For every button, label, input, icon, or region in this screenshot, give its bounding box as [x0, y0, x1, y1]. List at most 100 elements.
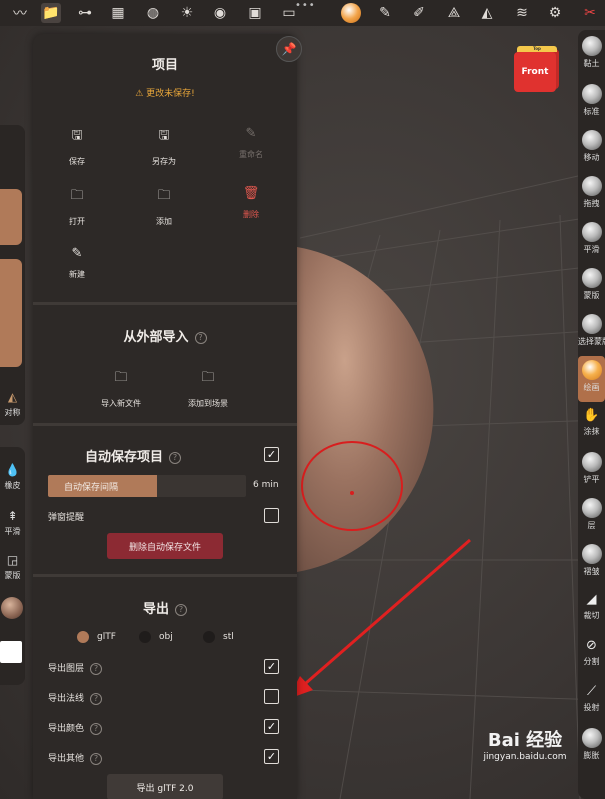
slider-fill: 自动保存间隔	[48, 475, 157, 497]
settings-icon[interactable]: ⚙	[545, 3, 565, 23]
stroke-icon[interactable]: ✐	[409, 3, 429, 23]
delete-autosave-button[interactable]: 删除自动保存文件	[107, 533, 223, 559]
export-option-label: 导出其他?	[48, 751, 103, 765]
clay-icon	[581, 36, 602, 56]
tool-standard[interactable]: 标准	[578, 80, 605, 126]
image-icon[interactable]: ▣	[245, 3, 265, 23]
tool-select-mask[interactable]: 选择蒙版	[578, 310, 605, 356]
help-icon[interactable]: ?	[169, 451, 181, 464]
crease-icon	[581, 544, 602, 564]
inflate-icon	[581, 728, 602, 748]
divider	[33, 302, 297, 305]
help-icon[interactable]: ?	[90, 692, 103, 705]
layer-icon	[581, 498, 602, 518]
color-white-swatch[interactable]	[0, 641, 22, 663]
folder-add-icon: 🗀	[201, 370, 215, 385]
export-other-checkbox[interactable]: ✓	[264, 749, 279, 764]
delete-button[interactable]: 🗑 删除	[221, 186, 281, 220]
help-icon[interactable]: ?	[90, 752, 103, 765]
tool-smooth[interactable]: 平滑	[578, 218, 605, 264]
layers-icon[interactable]: ≋	[512, 3, 532, 23]
format-radio-stl[interactable]: stl	[203, 631, 234, 643]
tool-smudge[interactable]: ✋ 涂抹	[578, 402, 605, 448]
tool-clay[interactable]: 黏土	[578, 32, 605, 78]
tools-icon[interactable]: ✂	[580, 3, 600, 23]
help-icon[interactable]: ?	[175, 603, 187, 616]
autosave-interval-slider[interactable]: 自动保存间隔	[48, 475, 246, 497]
tree-icon[interactable]: ⊶	[75, 3, 95, 23]
export-option-label: 导出图层?	[48, 661, 103, 675]
popup-label: 弹窗提醒	[48, 513, 85, 523]
trash-icon: 🗑	[242, 186, 260, 201]
format-radio-obj[interactable]: obj	[139, 631, 173, 643]
left-color-bar: ◭ 对称	[0, 125, 25, 425]
interval-value: 6 min	[253, 480, 279, 490]
import-new-button[interactable]: 🗀 导入新文件	[91, 368, 151, 409]
open-button[interactable]: 🗀 打开	[47, 186, 107, 227]
left-tool-bar: 💧 橡皮 ⇞ 平滑 ◲ 蒙版	[0, 447, 25, 685]
material-ball[interactable]	[1, 597, 23, 619]
import-title: 从外部导入?	[33, 326, 297, 345]
pen-icon[interactable]: ✎	[375, 3, 395, 23]
export-layers-checkbox[interactable]: ✓	[264, 659, 279, 674]
popup-checkbox[interactable]	[264, 508, 279, 523]
mask-icon: ◲	[6, 553, 19, 567]
radio-dot	[139, 631, 151, 643]
drag-icon	[581, 176, 602, 196]
grid-icon[interactable]: ▦	[108, 3, 128, 23]
tool-crease[interactable]: 褶皱	[578, 540, 605, 586]
tool-split[interactable]: ⊘ 分割	[578, 632, 605, 678]
add-button[interactable]: 🗀 添加	[134, 186, 194, 227]
save-as-icon: 🖫	[158, 128, 170, 143]
symmetry-button[interactable]: ◭ 对称	[0, 390, 25, 418]
color-swatch-primary[interactable]	[0, 189, 22, 245]
brush-preview-icon[interactable]	[341, 3, 361, 23]
save-as-button[interactable]: 🖫 另存为	[134, 126, 194, 167]
save-button[interactable]: 🖫 保存	[47, 126, 107, 167]
right-tool-bar: 黏土 标准 移动 拖拽 平滑 蒙版 选择蒙版 绘画 ✋涂抹 铲平 层 褶皱 ◢裁…	[578, 30, 605, 799]
tool-project[interactable]: ⟋ 投射	[578, 678, 605, 724]
rename-button[interactable]: ✎ 重命名	[221, 126, 281, 160]
smooth-icon: ⇞	[7, 509, 18, 523]
export-colors-checkbox[interactable]: ✓	[264, 719, 279, 734]
folder-icon: 🗀	[114, 370, 128, 385]
folder-icon[interactable]: 📁	[41, 3, 61, 23]
mask-button[interactable]: ◲ 蒙版	[0, 553, 25, 581]
autosave-checkbox[interactable]: ✓	[264, 447, 279, 462]
tool-inflate[interactable]: 膨胀	[578, 724, 605, 770]
tool-move[interactable]: 移动	[578, 126, 605, 172]
tool-paint[interactable]: 绘画	[578, 356, 605, 402]
tool-trim[interactable]: ◢ 裁切	[578, 586, 605, 632]
help-icon[interactable]: ?	[90, 722, 103, 735]
material-icon[interactable]: ◉	[210, 3, 230, 23]
view-cube[interactable]: Top Front	[514, 46, 557, 92]
project-panel: 项目 ⚠ 更改未保存! 🖫 保存 🖫 另存为 ✎ 重命名 🗀 打开 🗀 添加 🗑 删除 ✎ 新…	[33, 34, 297, 799]
smooth-button[interactable]: ⇞ 平滑	[0, 509, 25, 537]
export-button[interactable]: 导出 glTF 2.0	[107, 774, 223, 799]
pin-icon[interactable]: 📌	[276, 36, 302, 62]
eraser-button[interactable]: 💧 橡皮	[0, 463, 25, 491]
export-normals-checkbox[interactable]	[264, 689, 279, 704]
radio-dot	[203, 631, 215, 643]
paint-icon	[581, 360, 602, 380]
falloff-icon[interactable]: ⟁	[444, 3, 464, 23]
watermark: Bai 经验 jingyan.baidu.com	[483, 730, 567, 762]
light-icon[interactable]: ☀	[177, 3, 197, 23]
add-to-scene-button[interactable]: 🗀 添加到场景	[178, 368, 238, 409]
tool-drag[interactable]: 拖拽	[578, 172, 605, 218]
move-icon	[581, 130, 602, 150]
logo-icon[interactable]: 〰	[10, 3, 30, 23]
help-icon[interactable]: ?	[194, 331, 207, 344]
more-icon[interactable]: •••	[295, 0, 316, 11]
format-radio-gltf[interactable]: glTF	[77, 631, 116, 643]
unsaved-warning: ⚠ 更改未保存!	[135, 89, 195, 99]
help-icon[interactable]: ?	[90, 662, 103, 675]
symmetry-icon[interactable]: ◭	[477, 3, 497, 23]
folder-open-icon: 🗀	[70, 188, 84, 203]
tool-flatten[interactable]: 铲平	[578, 448, 605, 494]
color-swatch-secondary[interactable]	[0, 259, 22, 367]
new-button[interactable]: ✎ 新建	[47, 246, 107, 280]
sphere-icon[interactable]: ◍	[143, 3, 163, 23]
tool-mask[interactable]: 蒙版	[578, 264, 605, 310]
tool-layer[interactable]: 层	[578, 494, 605, 540]
